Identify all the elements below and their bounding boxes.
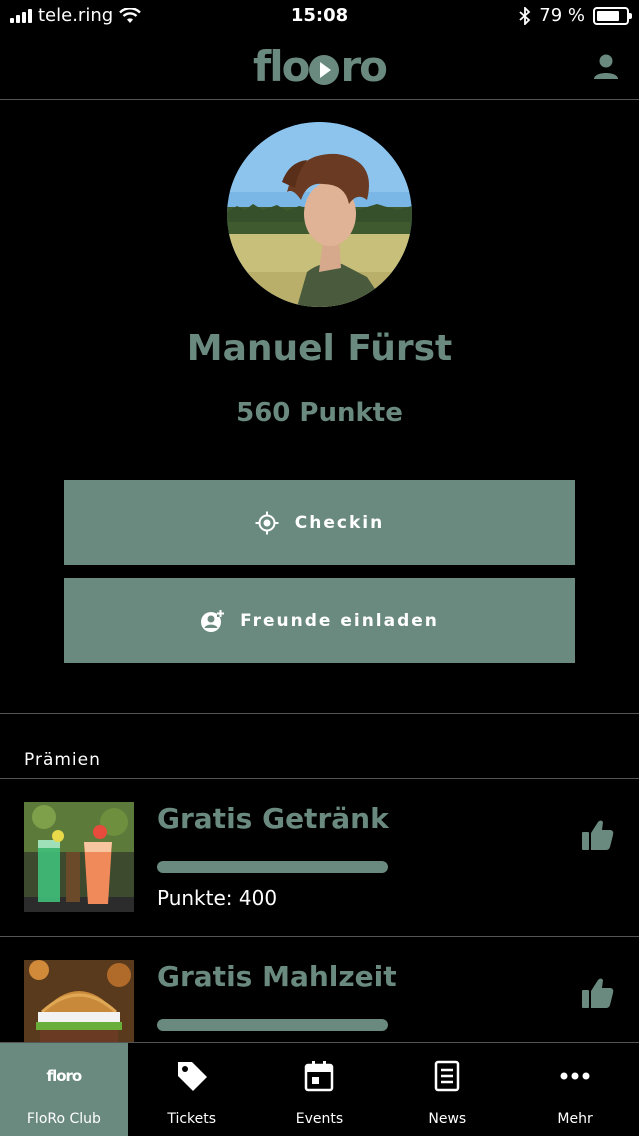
reward-progress-bar — [157, 861, 388, 873]
play-icon — [309, 54, 340, 85]
logo-text-right: ro — [340, 42, 388, 91]
reward-progress-fill — [157, 1019, 388, 1031]
bluetooth-icon — [519, 6, 531, 25]
profile-points: 560 Punkte — [236, 398, 403, 428]
system-indicators: 79 % — [519, 5, 632, 26]
checkin-label: Checkin — [294, 512, 385, 533]
user-icon[interactable] — [591, 52, 621, 82]
thumbs-up-icon[interactable] — [581, 818, 615, 852]
reward-cost: Punkte: 400 — [157, 886, 278, 910]
thumbs-up-icon[interactable] — [581, 976, 615, 1010]
floro-logo: floro — [0, 42, 639, 91]
reward-item-drink[interactable]: Gratis Getränk Punkte: 400 — [0, 778, 639, 936]
battery-icon — [593, 6, 632, 25]
reward-progress-bar — [157, 1019, 388, 1031]
logo-text-left: flo — [252, 42, 311, 91]
tab-logo-text: floro — [46, 1067, 83, 1085]
reward-title: Gratis Mahlzeit — [157, 960, 397, 993]
app-header: flo ro — [0, 34, 639, 100]
tab-news[interactable]: News — [383, 1043, 511, 1136]
target-icon — [255, 511, 279, 534]
checkin-button[interactable]: Checkin — [64, 480, 575, 565]
tab-label: News — [428, 1111, 467, 1127]
profile-name: Manuel Fürst — [186, 328, 453, 369]
tab-events[interactable]: Events — [256, 1043, 384, 1136]
battery-level — [597, 10, 620, 21]
reward-progress-fill — [157, 861, 388, 873]
calendar-icon — [302, 1059, 336, 1093]
tab-tickets[interactable]: Tickets — [128, 1043, 256, 1136]
battery-percent: 79 % — [539, 5, 585, 26]
add-friend-icon — [201, 609, 225, 632]
drink-image — [24, 802, 134, 912]
bottom-tab-bar: floro FloRo Club Tickets Events News Meh… — [0, 1042, 639, 1136]
tab-label: Events — [295, 1111, 344, 1127]
tab-more[interactable]: Mehr — [511, 1043, 639, 1136]
tab-floro-club[interactable]: floro FloRo Club — [0, 1043, 128, 1136]
invite-label: Freunde einladen — [240, 610, 439, 631]
profile-avatar — [227, 122, 412, 307]
tab-label: Mehr — [557, 1111, 593, 1127]
invite-friends-button[interactable]: Freunde einladen — [64, 578, 575, 663]
floro-logo: floro — [46, 1059, 83, 1093]
tab-label: Tickets — [167, 1111, 217, 1127]
document-icon — [430, 1059, 464, 1093]
reward-title: Gratis Getränk — [157, 802, 389, 835]
section-divider — [0, 713, 639, 714]
tab-label: FloRo Club — [26, 1111, 101, 1127]
avatar-photo — [227, 122, 412, 307]
rewards-section-title: Prämien — [24, 750, 101, 770]
status-bar: tele.ring 15:08 79 % — [0, 0, 639, 34]
more-icon — [558, 1059, 592, 1093]
tag-icon — [175, 1059, 209, 1093]
